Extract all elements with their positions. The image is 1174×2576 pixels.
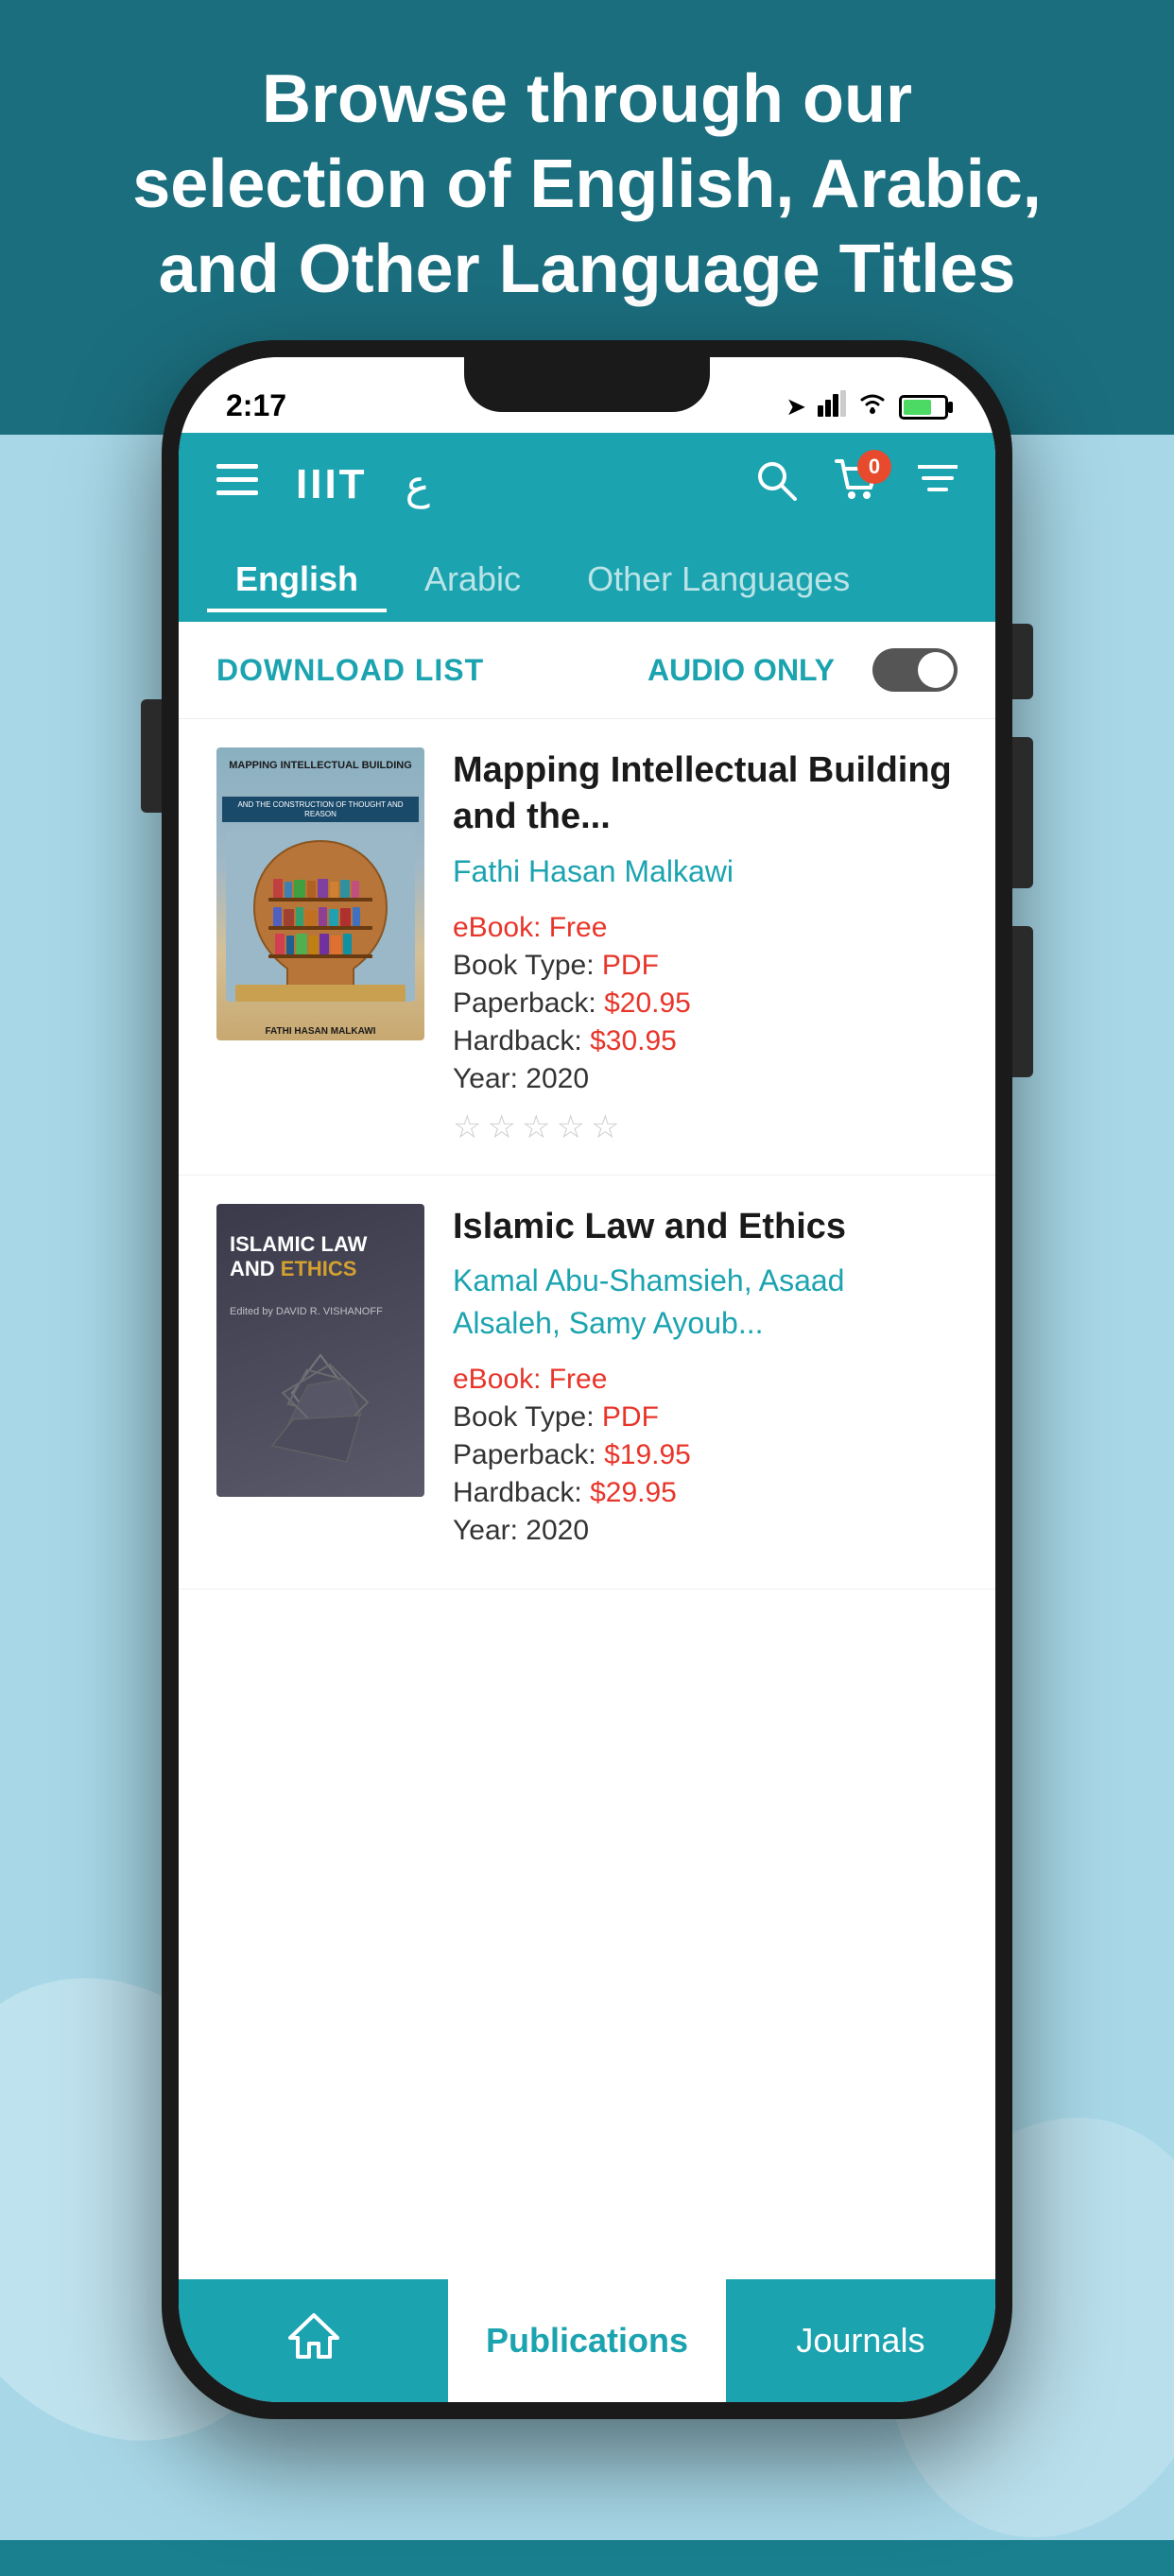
book-1-paperback: Paperback: $20.95 — [453, 987, 958, 1020]
volume-button — [141, 699, 162, 813]
location-icon: ➤ — [786, 392, 806, 421]
cart-badge: 0 — [857, 450, 891, 484]
language-tabs: English Arabic Other Languages — [179, 537, 995, 622]
book-2-title[interactable]: Islamic Law and Ethics — [453, 1204, 958, 1250]
vol-down-button — [1012, 926, 1033, 1077]
tab-arabic[interactable]: Arabic — [396, 550, 549, 609]
download-list-button[interactable]: DOWNLOAD LIST — [216, 653, 484, 688]
book-item: ISLAMIC LAW AND ETHICS Edited by DAVID R… — [179, 1176, 995, 1589]
book-2-ebook: eBook: Free — [453, 1364, 958, 1396]
home-nav-item[interactable] — [179, 2311, 448, 2371]
book-item: MAPPING INTELLECTUAL BUILDING AND THE CO… — [179, 719, 995, 1176]
book-2-hardback: Hardback: $29.95 — [453, 1477, 958, 1509]
audio-only-label: AUDIO ONLY — [647, 653, 835, 688]
power-button — [1012, 624, 1033, 699]
book-2-type: Book Type: PDF — [453, 1401, 958, 1434]
book-cover-1[interactable]: MAPPING INTELLECTUAL BUILDING AND THE CO… — [216, 747, 424, 1040]
star-1[interactable]: ☆ — [453, 1108, 481, 1146]
cart-wrapper[interactable]: 0 — [835, 459, 880, 511]
filter-icon[interactable] — [918, 463, 958, 507]
top-nav: IIIT ع 0 — [179, 433, 995, 537]
book-1-stars: ☆ ☆ ☆ ☆ ☆ — [453, 1108, 958, 1146]
star-2[interactable]: ☆ — [487, 1108, 515, 1146]
signal-icon — [818, 390, 846, 423]
book-1-year: Year: 2020 — [453, 1063, 958, 1095]
book-2-author[interactable]: Kamal Abu-Shamsieh, Asaad Alsaleh, Samy … — [453, 1260, 958, 1345]
header-text: Browse through our selection of English,… — [0, 57, 1174, 312]
publications-nav-item[interactable]: Publications — [448, 2279, 726, 2402]
notch — [464, 357, 710, 412]
book-2-paperback: Paperback: $19.95 — [453, 1439, 958, 1471]
book-1-ebook: eBook: Free — [453, 912, 958, 944]
book-1-title[interactable]: Mapping Intellectual Building and the... — [453, 747, 958, 841]
book-cover-2[interactable]: ISLAMIC LAW AND ETHICS Edited by DAVID R… — [216, 1204, 424, 1497]
app-logo: IIIT — [296, 461, 368, 508]
book-2-info: Islamic Law and Ethics Kamal Abu-Shamsie… — [453, 1204, 958, 1560]
tab-english[interactable]: English — [207, 550, 387, 609]
star-5[interactable]: ☆ — [591, 1108, 619, 1146]
wifi-icon — [857, 390, 888, 423]
cover-1-title: MAPPING INTELLECTUAL BUILDING — [224, 759, 417, 772]
search-icon[interactable] — [755, 459, 797, 511]
phone-screen: 2:17 ➤ — [179, 357, 995, 2402]
journals-nav-item[interactable]: Journals — [726, 2321, 995, 2361]
status-time: 2:17 — [226, 388, 286, 423]
book-2-year: Year: 2020 — [453, 1515, 958, 1547]
book-1-hardback: Hardback: $30.95 — [453, 1025, 958, 1057]
battery-icon — [899, 395, 948, 420]
home-icon — [288, 2311, 339, 2371]
arabic-currency-icon[interactable]: ع — [406, 461, 430, 509]
star-3[interactable]: ☆ — [522, 1108, 550, 1146]
tab-other-languages[interactable]: Other Languages — [559, 550, 878, 609]
phone-frame: 2:17 ➤ — [162, 340, 1012, 2419]
cover-1-author-text: FATHI HASAN MALKAWI — [216, 1026, 424, 1037]
star-4[interactable]: ☆ — [556, 1108, 584, 1146]
bottom-nav: Publications Journals — [179, 2279, 995, 2402]
book-1-type: Book Type: PDF — [453, 950, 958, 982]
audio-only-toggle[interactable] — [872, 648, 958, 692]
filter-row: DOWNLOAD LIST AUDIO ONLY — [179, 622, 995, 719]
vol-up-button — [1012, 737, 1033, 888]
book-1-info: Mapping Intellectual Building and the...… — [453, 747, 958, 1146]
book-1-author[interactable]: Fathi Hasan Malkawi — [453, 850, 958, 893]
cover-1-subtitle: AND THE CONSTRUCTION OF THOUGHT AND REAS… — [222, 797, 419, 822]
status-icons: ➤ — [786, 390, 948, 423]
content-area: DOWNLOAD LIST AUDIO ONLY MAPPING INTELLE… — [179, 622, 995, 2279]
hamburger-menu-icon[interactable] — [216, 462, 258, 507]
